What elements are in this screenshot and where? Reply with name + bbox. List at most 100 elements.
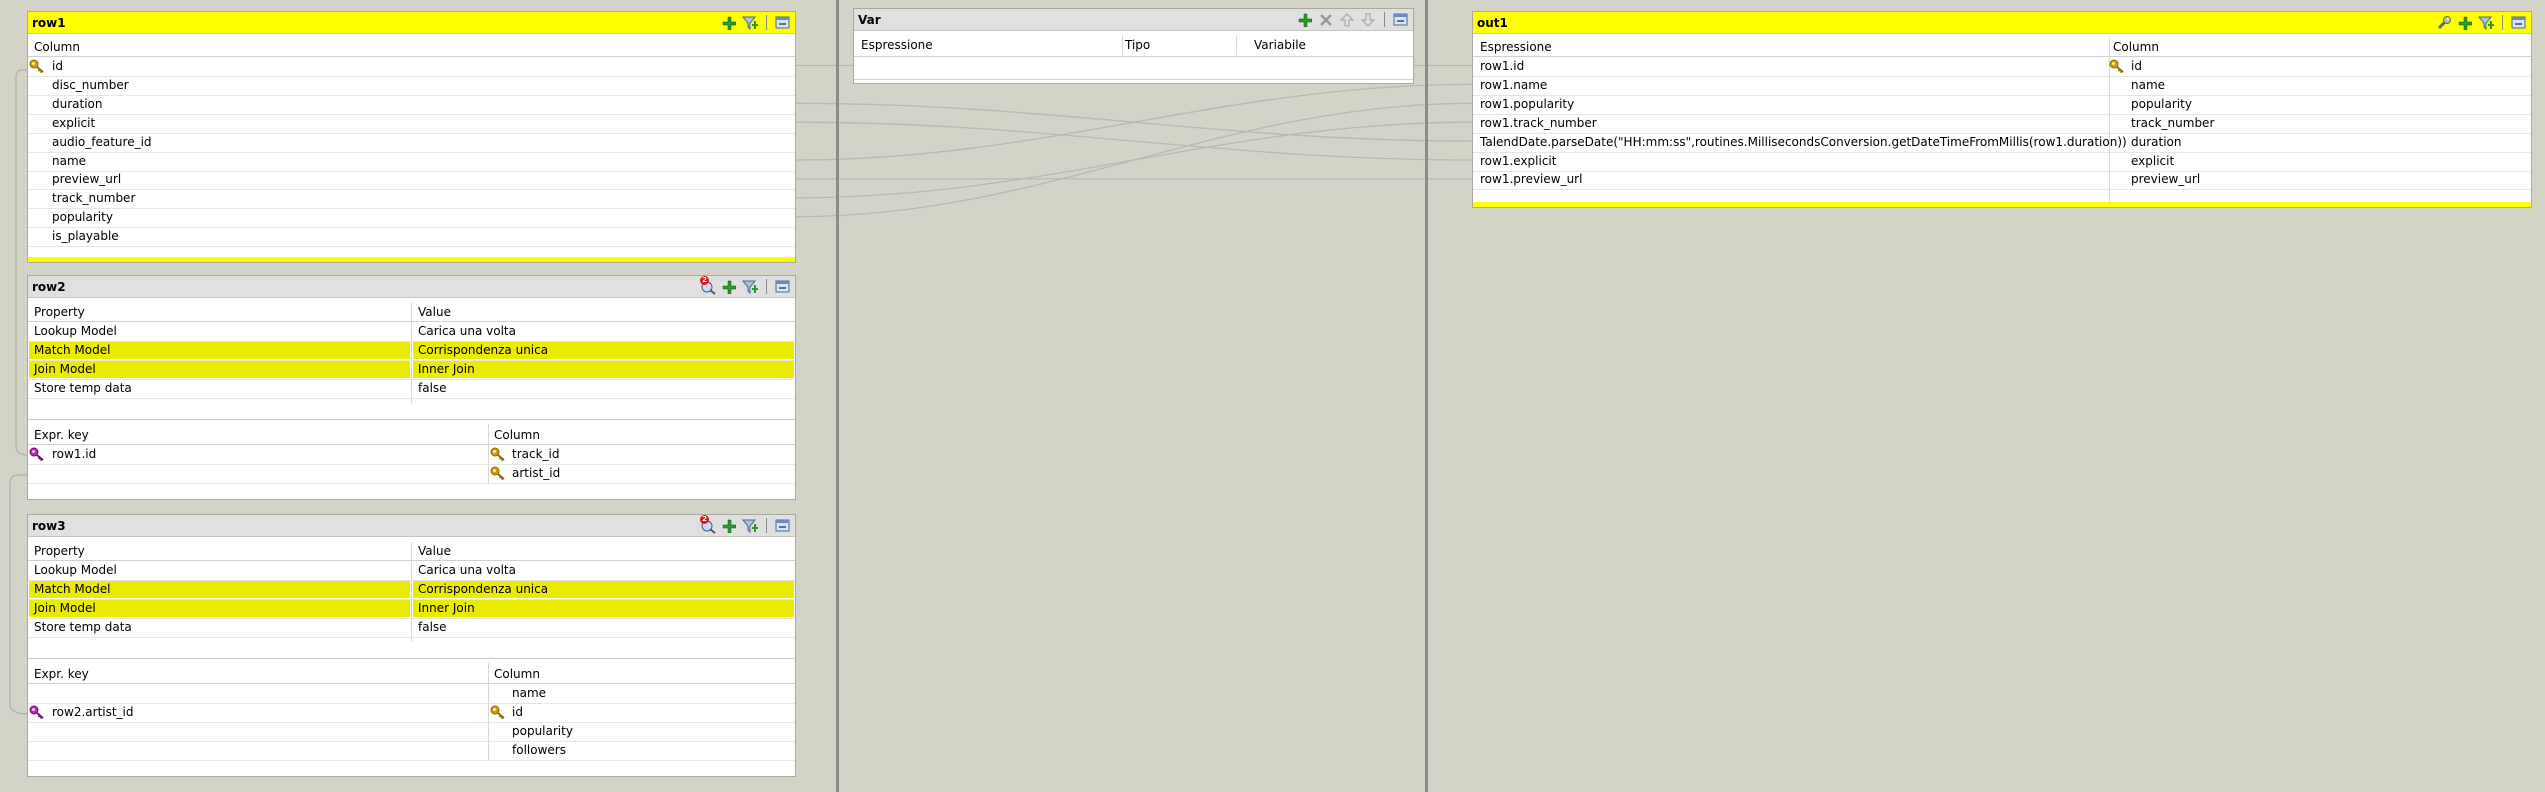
out1-header: out1 bbox=[1473, 12, 2531, 34]
out1-title: out1 bbox=[1477, 15, 1508, 30]
row2-property-value[interactable]: Inner Join bbox=[418, 360, 475, 378]
row3-table: row3 2 Property Value Lookup Model Carica u… bbox=[27, 514, 796, 777]
row2-column-header: Column bbox=[494, 428, 540, 442]
row2-title: row2 bbox=[32, 279, 66, 294]
out1-expression-header: Espressione bbox=[1480, 40, 1552, 54]
row1-column-row[interactable]: disc_number bbox=[28, 76, 795, 96]
splitter-right[interactable] bbox=[1425, 0, 1428, 792]
out1-column-name: name bbox=[2131, 77, 2166, 92]
out1-row[interactable]: row1.track_number track_number bbox=[1473, 114, 2531, 134]
remove-variable-icon[interactable] bbox=[1318, 12, 1334, 28]
row2-property-header: Property bbox=[34, 305, 85, 319]
row2-property-row[interactable]: Join Model Inner Join bbox=[28, 360, 795, 380]
row3-property-row[interactable]: Match Model Corrispondenza unica bbox=[28, 580, 795, 600]
row1-column-row[interactable]: duration bbox=[28, 95, 795, 115]
var-toolbar bbox=[1297, 12, 1409, 28]
row2-property-value[interactable]: Corrispondenza unica bbox=[418, 341, 548, 359]
row3-property-row[interactable]: Store temp data false bbox=[28, 618, 795, 638]
row3-property-row[interactable]: Lookup Model Carica una volta bbox=[28, 561, 795, 581]
row3-title: row3 bbox=[32, 518, 66, 533]
out1-expression[interactable]: TalendDate.parseDate("HH:mm:ss",routines… bbox=[1480, 133, 2127, 151]
row3-property-value[interactable]: Corrispondenza unica bbox=[418, 580, 548, 598]
row2-column-name: track_id bbox=[512, 447, 560, 461]
row2-expr-row[interactable]: artist_id bbox=[28, 464, 795, 484]
row2-property-row[interactable]: Match Model Corrispondenza unica bbox=[28, 341, 795, 361]
mapping-line bbox=[795, 121, 1473, 161]
minimize-icon[interactable] bbox=[775, 518, 791, 534]
row2-column-name: artist_id bbox=[512, 466, 561, 480]
add-column-icon[interactable] bbox=[2457, 15, 2473, 31]
row3-expr-key-header: Expr. key bbox=[34, 667, 89, 681]
var-expression-header: Espressione bbox=[861, 38, 933, 52]
move-up-icon[interactable] bbox=[1339, 12, 1355, 28]
lookup-settings-icon[interactable]: 2 bbox=[700, 276, 716, 295]
key-icon bbox=[490, 705, 506, 722]
row3-expr-row[interactable]: popularity bbox=[28, 722, 795, 742]
key-icon bbox=[490, 466, 506, 483]
out1-row[interactable]: row1.name name bbox=[1473, 76, 2531, 96]
minimize-icon[interactable] bbox=[775, 279, 791, 295]
row1-column-name: duration bbox=[52, 96, 103, 111]
out1-row[interactable]: row1.popularity popularity bbox=[1473, 95, 2531, 115]
lookup-settings-icon[interactable]: 2 bbox=[700, 515, 716, 534]
row3-expr-value[interactable]: row2.artist_id bbox=[52, 703, 134, 721]
row2-expr-row[interactable]: row1.id track_id bbox=[28, 445, 795, 465]
row1-column-row[interactable]: preview_url bbox=[28, 170, 795, 191]
settings-wrench-icon[interactable] bbox=[2436, 15, 2452, 31]
out1-column-name: id bbox=[2131, 59, 2142, 73]
filter-icon[interactable] bbox=[742, 518, 758, 534]
out1-expression[interactable]: row1.popularity bbox=[1480, 95, 1574, 113]
out1-expression[interactable]: row1.id bbox=[1480, 57, 1524, 75]
row1-column-name: popularity bbox=[52, 210, 113, 225]
row1-column-row[interactable]: is_playable bbox=[28, 227, 795, 248]
splitter-left[interactable] bbox=[836, 0, 839, 792]
add-column-icon[interactable] bbox=[721, 279, 737, 295]
out1-row[interactable]: row1.preview_url preview_url bbox=[1473, 170, 2531, 191]
mapping-line bbox=[795, 102, 1473, 218]
join-link-row2-row3 bbox=[9, 474, 29, 715]
row1-column-name: id bbox=[52, 59, 63, 73]
row2-property-value[interactable]: Carica una volta bbox=[418, 322, 516, 340]
filter-icon[interactable] bbox=[742, 15, 758, 31]
add-column-icon[interactable] bbox=[721, 15, 737, 31]
row2-property-value[interactable]: false bbox=[418, 379, 447, 397]
mapping-lines bbox=[795, 64, 1473, 218]
row3-expr-row[interactable]: row2.artist_id id bbox=[28, 703, 795, 723]
row3-expr-row[interactable]: name bbox=[28, 684, 795, 704]
row2-property-row[interactable]: Store temp data false bbox=[28, 379, 795, 399]
out1-bottom-strip bbox=[1473, 202, 2531, 207]
filter-icon[interactable] bbox=[2478, 15, 2494, 31]
minimize-icon[interactable] bbox=[1393, 12, 1409, 28]
row1-column-row[interactable]: explicit bbox=[28, 114, 795, 134]
out1-expression[interactable]: row1.name bbox=[1480, 76, 1547, 94]
row3-expr-row[interactable]: followers bbox=[28, 741, 795, 761]
filter-icon[interactable] bbox=[742, 279, 758, 295]
row1-column-name: is_playable bbox=[52, 229, 119, 244]
add-column-icon[interactable] bbox=[721, 518, 737, 534]
move-down-icon[interactable] bbox=[1360, 12, 1376, 28]
row1-column-row[interactable]: id bbox=[28, 57, 795, 77]
row3-property-row[interactable]: Join Model Inner Join bbox=[28, 599, 795, 619]
row2-property-row[interactable]: Lookup Model Carica una volta bbox=[28, 322, 795, 342]
key-icon bbox=[2109, 59, 2125, 76]
row3-property-value[interactable]: Carica una volta bbox=[418, 561, 516, 579]
row3-toolbar: 2 bbox=[700, 515, 791, 534]
out1-column-name: preview_url bbox=[2131, 172, 2201, 187]
row1-column-row[interactable]: popularity bbox=[28, 208, 795, 229]
out1-expression[interactable]: row1.preview_url bbox=[1480, 170, 1582, 188]
out1-expression[interactable]: row1.explicit bbox=[1480, 152, 1556, 170]
row1-column-row[interactable]: name bbox=[28, 152, 795, 172]
row1-column-row[interactable]: audio_feature_id bbox=[28, 133, 795, 153]
out1-row[interactable]: row1.id id bbox=[1473, 57, 2531, 77]
row2-expr-value[interactable]: row1.id bbox=[52, 445, 96, 463]
add-variable-icon[interactable] bbox=[1297, 12, 1313, 28]
row3-property-value[interactable]: false bbox=[418, 618, 447, 636]
minimize-icon[interactable] bbox=[775, 15, 791, 31]
out1-row[interactable]: row1.explicit explicit bbox=[1473, 152, 2531, 172]
row3-property-value[interactable]: Inner Join bbox=[418, 599, 475, 617]
row1-column-row[interactable]: track_number bbox=[28, 189, 795, 210]
minimize-icon[interactable] bbox=[2511, 15, 2527, 31]
out1-expression[interactable]: row1.track_number bbox=[1480, 114, 1597, 132]
out1-row[interactable]: TalendDate.parseDate("HH:mm:ss",routines… bbox=[1473, 133, 2531, 153]
var-variable-header: Variabile bbox=[1254, 38, 1306, 52]
